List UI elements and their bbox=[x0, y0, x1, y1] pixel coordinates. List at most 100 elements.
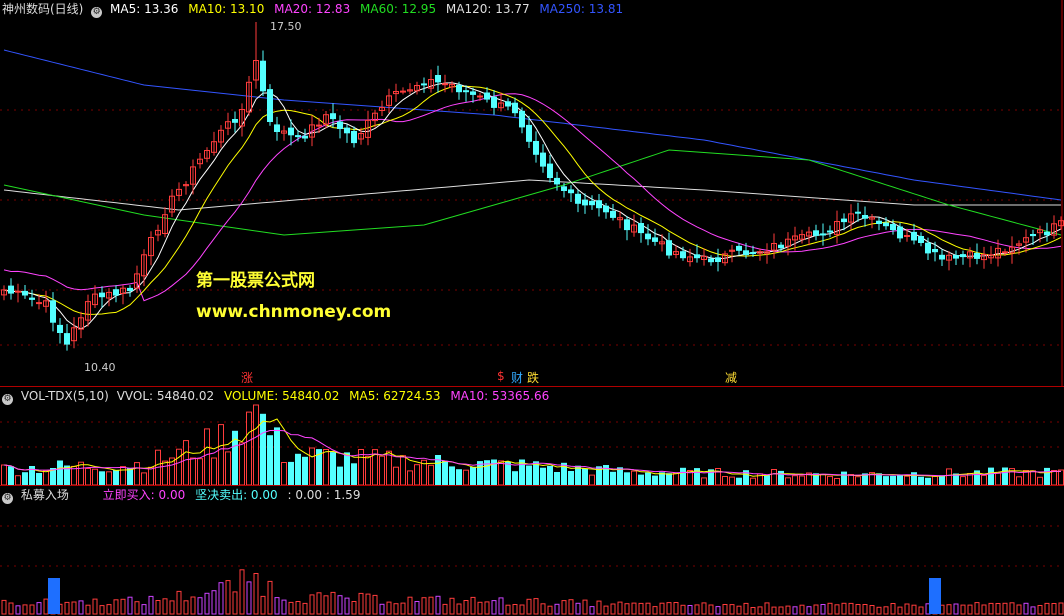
event-marker-cai[interactable]: 财 bbox=[511, 369, 523, 386]
indicator-bar bbox=[897, 606, 903, 615]
indicator-bar bbox=[981, 604, 987, 615]
volume-bar bbox=[344, 452, 350, 486]
indicator-title: 私募入场 bbox=[20, 488, 69, 502]
volume-settings-gear-icon[interactable]: ⚙ bbox=[2, 394, 13, 405]
indicator-bar bbox=[953, 603, 959, 615]
indicator-bar bbox=[449, 597, 455, 615]
high-price-label: 17.50 bbox=[270, 20, 302, 33]
volume-bar bbox=[498, 460, 504, 486]
ma120-line bbox=[3, 179, 1061, 211]
candle-body bbox=[890, 224, 896, 231]
indicator-bar bbox=[645, 602, 651, 615]
indicator-bar bbox=[764, 602, 770, 615]
indicator-bar bbox=[71, 601, 77, 615]
indicator-bars[interactable] bbox=[0, 486, 1064, 616]
event-marker-jian[interactable]: 减 bbox=[725, 369, 737, 386]
indicator-bar bbox=[358, 592, 364, 615]
candle-body bbox=[841, 218, 847, 223]
indicator-bar bbox=[582, 599, 588, 615]
candle-body bbox=[638, 223, 644, 234]
volume-chart-pane[interactable]: ⚙ VOL-TDX(5,10) VVOL: 54840.02 VOLUME: 5… bbox=[0, 386, 1064, 486]
event-marker-die[interactable]: 跌 bbox=[527, 369, 539, 386]
volume-bar bbox=[764, 475, 770, 486]
volume-bar bbox=[176, 448, 182, 486]
candle-body bbox=[260, 60, 266, 92]
volume-bar bbox=[554, 472, 560, 486]
volume-bar bbox=[624, 472, 630, 486]
volume-bar bbox=[533, 461, 539, 486]
indicator-bar bbox=[190, 596, 196, 615]
price-chart-pane[interactable]: 神州数码(日线) ⚙ MA5: 13.36 MA10: 13.10 MA20: … bbox=[0, 0, 1064, 386]
indicator-bar bbox=[624, 603, 630, 615]
event-marker-dollar[interactable]: $ bbox=[497, 369, 505, 383]
volume-bar bbox=[43, 470, 49, 486]
volume-bar bbox=[113, 470, 119, 486]
event-marker-zhang[interactable]: 涨 bbox=[241, 369, 253, 386]
candle-body bbox=[1030, 234, 1036, 237]
indicator-bar bbox=[526, 598, 532, 615]
candle-body bbox=[435, 75, 441, 83]
volume-bar bbox=[106, 471, 112, 486]
indicator-bar bbox=[127, 596, 133, 615]
candle-body bbox=[708, 258, 714, 263]
indicator-settings-gear-icon[interactable]: ⚙ bbox=[2, 493, 13, 504]
candle-body bbox=[288, 127, 294, 136]
indicator-bar bbox=[106, 604, 112, 615]
indicator-bar bbox=[778, 606, 784, 615]
indicator-bar bbox=[78, 600, 84, 615]
volume-bar bbox=[638, 474, 644, 486]
volume-bar bbox=[568, 471, 574, 486]
indicator-bar bbox=[708, 604, 714, 615]
indicator-bar bbox=[967, 604, 973, 615]
volume-bar bbox=[211, 457, 217, 486]
candlestick-chart[interactable] bbox=[0, 0, 1064, 386]
volume-bar bbox=[792, 475, 798, 486]
volume-bar bbox=[246, 411, 252, 486]
indicator-bar bbox=[505, 604, 511, 615]
candle-body bbox=[463, 90, 469, 93]
indicator-bar bbox=[113, 599, 119, 615]
volume-bar bbox=[442, 460, 448, 486]
volume-bar bbox=[890, 475, 896, 486]
candle-body bbox=[456, 84, 462, 93]
volume-bar bbox=[365, 455, 371, 486]
indicator-bar bbox=[274, 597, 280, 615]
candle-body bbox=[554, 177, 560, 185]
candle-body bbox=[820, 233, 826, 236]
candle-body bbox=[477, 95, 483, 98]
volume-bar bbox=[260, 413, 266, 486]
candle-body bbox=[512, 102, 518, 114]
candle-body bbox=[302, 135, 308, 139]
volume-bar bbox=[645, 472, 651, 486]
indicator-bar bbox=[225, 580, 231, 615]
indicator-bar bbox=[722, 604, 728, 615]
candle-body bbox=[610, 210, 616, 218]
indicator-bar bbox=[736, 605, 742, 615]
candle-body bbox=[540, 152, 546, 167]
indicator-chart-pane[interactable]: ⚙ 私募入场 立即买入: 0.00 坚决卖出: 0.00 : 0.00 : 1.… bbox=[0, 485, 1064, 616]
candle-body bbox=[953, 255, 959, 259]
volume-bar bbox=[722, 476, 728, 486]
indicator-bar bbox=[120, 598, 126, 615]
volume-legend: ⚙ VOL-TDX(5,10) VVOL: 54840.02 VOLUME: 5… bbox=[2, 388, 555, 405]
candle-body bbox=[925, 242, 931, 254]
candle-body bbox=[50, 300, 56, 323]
candle-body bbox=[813, 230, 819, 236]
indicator-bar bbox=[134, 601, 140, 615]
candle-body bbox=[715, 257, 721, 262]
volume-bar bbox=[141, 472, 147, 486]
settings-gear-icon[interactable]: ⚙ bbox=[91, 7, 103, 18]
candle-body bbox=[22, 290, 28, 296]
volume-bar bbox=[1051, 470, 1057, 486]
indicator-bar bbox=[414, 601, 420, 615]
indicator-bar bbox=[379, 603, 385, 615]
candle-body bbox=[337, 121, 343, 129]
watermark-url: www.chnmoney.com bbox=[196, 302, 392, 322]
volume-bar bbox=[92, 468, 98, 486]
indicator-bar bbox=[141, 604, 147, 615]
indicator-bar bbox=[757, 606, 763, 615]
indicator-bar bbox=[792, 606, 798, 615]
candle-body bbox=[113, 289, 119, 296]
indicator-bar bbox=[806, 606, 812, 615]
indicator-bar bbox=[974, 602, 980, 615]
